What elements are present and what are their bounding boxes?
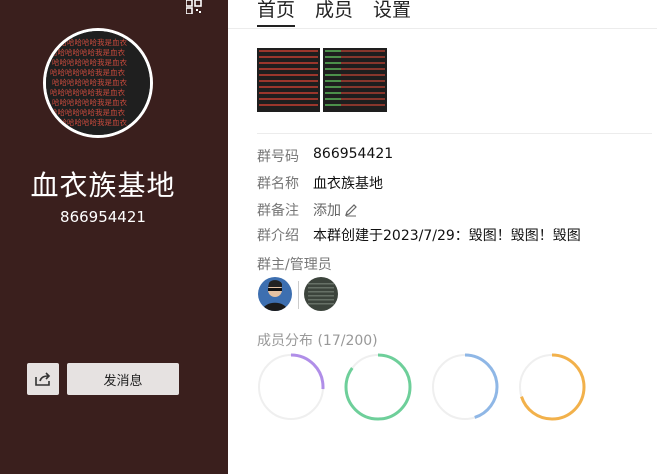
distribution-ring[interactable] bbox=[344, 353, 412, 421]
admin-separator bbox=[298, 281, 299, 309]
info-label: 群名称 bbox=[257, 176, 299, 192]
svg-text:哈哈哈哈哈哈我是血衣: 哈哈哈哈哈哈我是血衣 bbox=[50, 47, 125, 57]
group-profile-sidebar: 哈哈哈哈哈哈我是血衣 哈哈哈哈哈哈我是血衣 哈哈哈哈哈哈我是血衣 哈哈哈哈哈哈我… bbox=[0, 0, 228, 474]
album-photo[interactable] bbox=[323, 48, 387, 112]
svg-text:哈哈哈哈哈哈我是血衣: 哈哈哈哈哈哈我是血衣 bbox=[52, 97, 127, 107]
group-album bbox=[257, 48, 387, 112]
svg-text:哈哈哈哈哈哈我是血衣: 哈哈哈哈哈哈我是血衣 bbox=[52, 117, 127, 127]
admin-avatar-image bbox=[304, 277, 338, 311]
group-avatar-image: 哈哈哈哈哈哈我是血衣 哈哈哈哈哈哈我是血衣 哈哈哈哈哈哈我是血衣 哈哈哈哈哈哈我… bbox=[46, 31, 150, 135]
member-distribution-label: 成员分布 (17/200) bbox=[257, 333, 378, 349]
group-name-value: 血衣族基地 bbox=[313, 176, 383, 192]
tab-members[interactable]: 成员 bbox=[315, 0, 353, 26]
info-row-group-number: 群号码 866954421 bbox=[257, 146, 393, 166]
info-row-group-intro: 群介绍 本群创建于2023/7/29：毁图！毁图！毁图 bbox=[257, 225, 581, 245]
svg-text:哈哈哈哈哈哈我是血衣: 哈哈哈哈哈哈我是血衣 bbox=[52, 37, 127, 47]
info-label: 群介绍 bbox=[257, 228, 299, 244]
qr-code-icon[interactable] bbox=[186, 0, 210, 14]
group-id-display: 866954421 bbox=[60, 208, 146, 226]
add-remark-label: 添加 bbox=[313, 203, 341, 219]
svg-text:哈哈哈哈哈哈我是血衣: 哈哈哈哈哈哈我是血衣 bbox=[50, 67, 125, 77]
group-avatar: 哈哈哈哈哈哈我是血衣 哈哈哈哈哈哈我是血衣 哈哈哈哈哈哈我是血衣 哈哈哈哈哈哈我… bbox=[43, 28, 153, 138]
group-intro-value: 本群创建于2023/7/29：毁图！毁图！毁图 bbox=[313, 228, 581, 244]
tab-settings[interactable]: 设置 bbox=[373, 0, 411, 26]
admin-avatar[interactable] bbox=[304, 277, 338, 311]
svg-text:哈哈哈哈哈哈我是血衣: 哈哈哈哈哈哈我是血衣 bbox=[52, 57, 127, 67]
group-number-value: 866954421 bbox=[313, 146, 394, 162]
edit-icon bbox=[345, 204, 357, 217]
send-message-button[interactable]: 发消息 bbox=[67, 363, 179, 395]
svg-text:哈哈哈哈哈哈我是血衣: 哈哈哈哈哈哈我是血衣 bbox=[50, 87, 125, 97]
album-photo[interactable] bbox=[257, 48, 320, 112]
add-remark-link[interactable]: 添加 bbox=[313, 200, 358, 220]
share-button[interactable] bbox=[27, 363, 59, 395]
share-icon bbox=[35, 372, 51, 386]
info-row-group-name: 群名称 血衣族基地 bbox=[257, 173, 383, 193]
distribution-ring[interactable] bbox=[257, 353, 325, 421]
content-divider bbox=[257, 133, 652, 134]
info-row-group-remark: 群备注 添加 bbox=[257, 200, 358, 220]
svg-text:哈哈哈哈哈哈我是血衣: 哈哈哈哈哈哈我是血衣 bbox=[52, 77, 127, 87]
svg-text:哈哈哈哈哈哈我是血衣: 哈哈哈哈哈哈我是血衣 bbox=[50, 107, 125, 117]
distribution-ring[interactable] bbox=[518, 353, 586, 421]
admins-label: 群主/管理员 bbox=[257, 257, 332, 273]
tab-home[interactable]: 首页 bbox=[257, 0, 296, 27]
info-label: 群备注 bbox=[257, 203, 299, 219]
owner-avatar-image bbox=[258, 277, 292, 311]
group-name-title: 血衣族基地 bbox=[30, 169, 176, 202]
distribution-ring[interactable] bbox=[431, 353, 499, 421]
info-label: 群号码 bbox=[257, 149, 299, 165]
tabs-divider bbox=[228, 28, 657, 29]
tab-bar: 首页 成员 设置 bbox=[257, 0, 411, 28]
owner-avatar[interactable] bbox=[258, 277, 292, 311]
